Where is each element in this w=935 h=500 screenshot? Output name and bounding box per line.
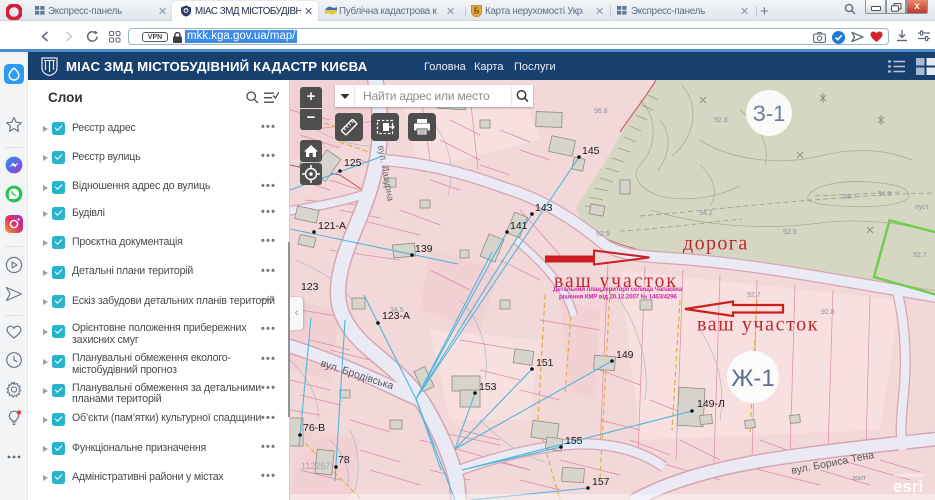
svg-text:149: 149: [616, 349, 634, 361]
svg-text:76-В: 76-В: [303, 422, 325, 434]
svg-text:Детальний план території селищ: Детальний план території селища Чапаєвка: [553, 286, 683, 293]
svg-text:94.2: 94.2: [699, 210, 713, 217]
svg-text:143: 143: [535, 202, 553, 214]
svg-text:94.7: 94.7: [843, 194, 857, 201]
svg-text:92.9: 92.9: [596, 231, 610, 238]
svg-text:Ж-1: Ж-1: [731, 365, 775, 392]
svg-text:92.8: 92.8: [821, 309, 835, 316]
svg-text:112257: 112257: [301, 461, 330, 471]
svg-text:157: 157: [592, 476, 610, 488]
svg-text:145: 145: [582, 145, 600, 157]
svg-text:92.7: 92.7: [747, 292, 761, 299]
svg-text:З-1: З-1: [753, 101, 786, 126]
svg-text:96.8: 96.8: [594, 108, 608, 115]
svg-text:149-Л: 149-Л: [697, 398, 725, 410]
svg-text:92.9: 92.9: [783, 229, 797, 236]
svg-text:Б: Б: [474, 7, 480, 16]
svg-text:пуст: пуст: [915, 204, 930, 211]
svg-text:ваш участок: ваш участок: [697, 314, 819, 336]
svg-text:123: 123: [301, 281, 319, 293]
svg-text:155: 155: [565, 435, 583, 447]
svg-text:121-А: 121-А: [318, 220, 346, 232]
svg-text:зрит: зрит: [852, 475, 867, 482]
svg-text:94.8: 94.8: [878, 191, 892, 198]
svg-text:153: 153: [479, 381, 497, 393]
svg-text:139: 139: [415, 243, 433, 255]
svg-text:esri: esri: [893, 477, 923, 496]
svg-text:141: 141: [510, 220, 528, 232]
svg-text:92.7: 92.7: [913, 252, 927, 259]
svg-text:рішення КМР від 20.12.2007 № 1: рішення КМР від 20.12.2007 № 1463/4296: [559, 294, 677, 301]
svg-text:92.8: 92.8: [714, 117, 728, 124]
svg-text:дорога: дорога: [683, 233, 749, 255]
svg-text:125: 125: [344, 157, 362, 169]
svg-text:34.5: 34.5: [390, 307, 404, 314]
svg-text:78: 78: [338, 454, 350, 466]
svg-text:151: 151: [536, 357, 554, 369]
